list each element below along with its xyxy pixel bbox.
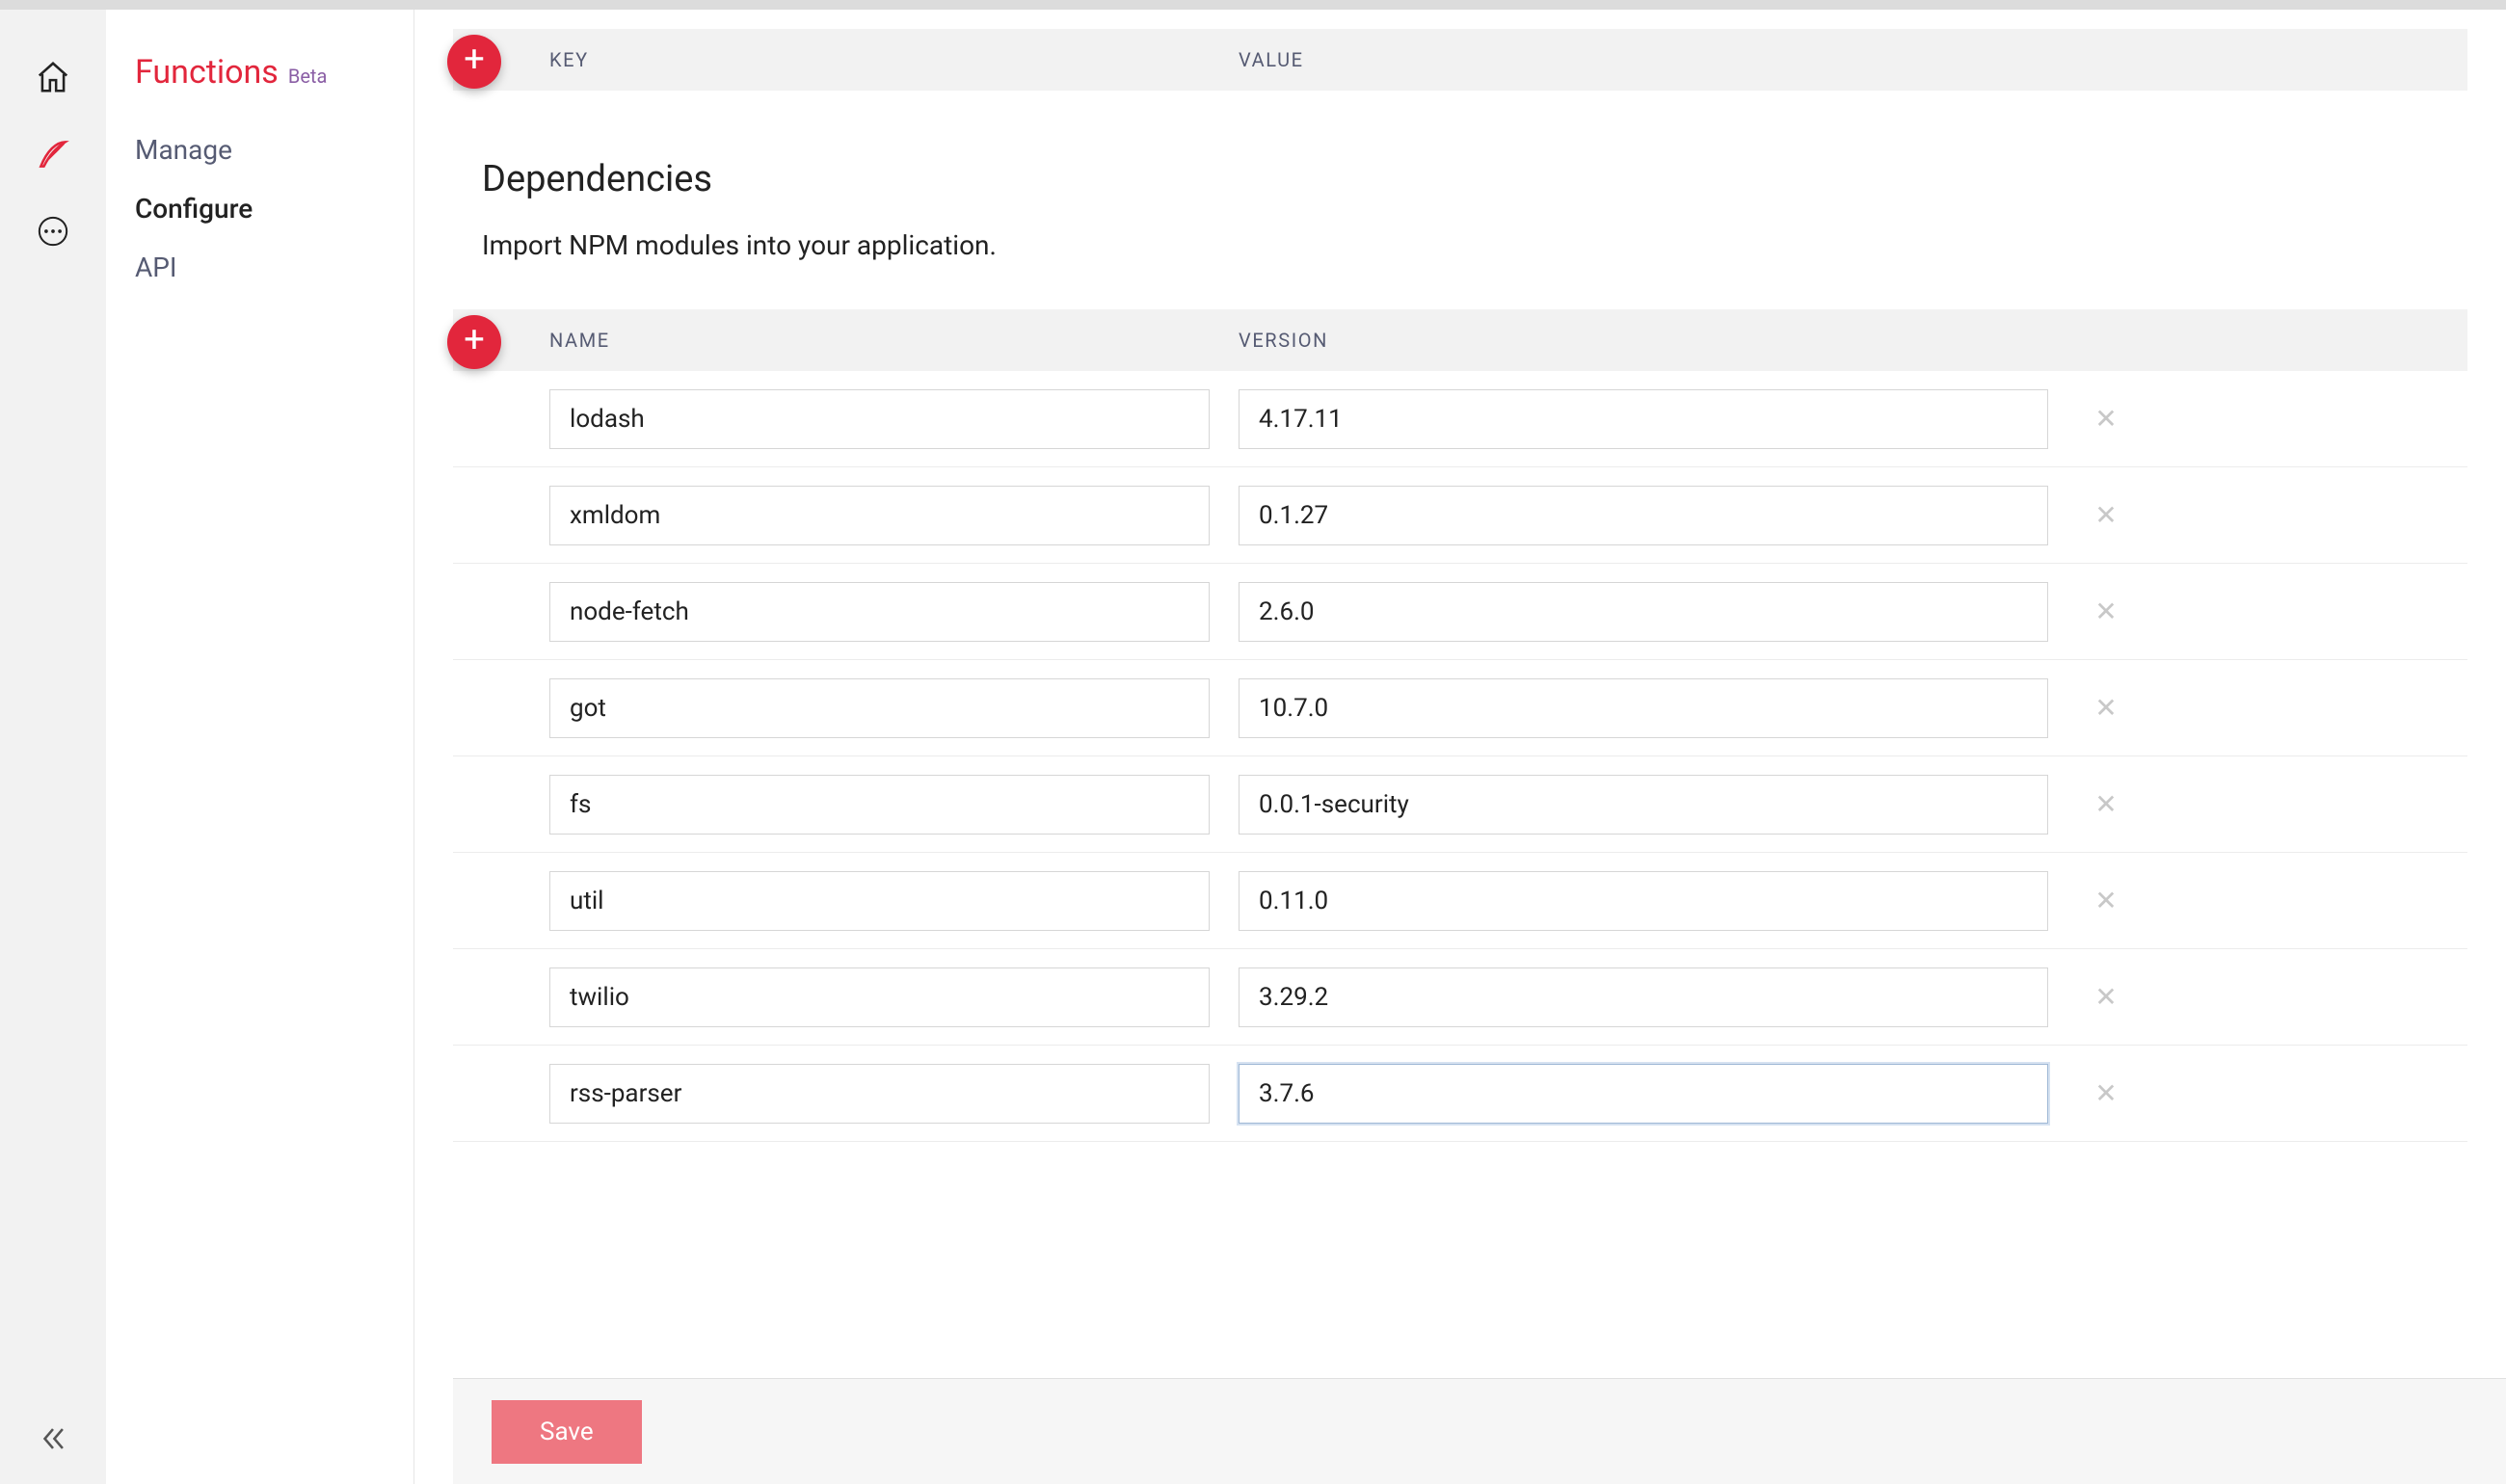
remove-dependency-button[interactable]: ✕ xyxy=(2094,403,2117,435)
sidebar-badge: Beta xyxy=(288,65,328,88)
dependency-name-input[interactable] xyxy=(549,775,1210,835)
add-env-var-button[interactable]: + xyxy=(447,35,501,89)
dependency-name-input[interactable] xyxy=(549,582,1210,642)
dependency-name-input[interactable] xyxy=(549,871,1210,931)
dependency-row: ✕ xyxy=(453,853,2467,949)
rail-functions[interactable] xyxy=(0,116,106,193)
env-vars-header: KEY VALUE xyxy=(453,29,2467,91)
dependency-version-input[interactable] xyxy=(1239,486,2048,545)
dep-col-name: NAME xyxy=(453,329,1239,352)
remove-dependency-button[interactable]: ✕ xyxy=(2094,788,2117,820)
sidebar-item-label: Manage xyxy=(135,134,232,166)
sidebar-item-label: Configure xyxy=(135,193,253,225)
dep-col-version: VERSION xyxy=(1239,329,2352,352)
remove-dependency-button[interactable]: ✕ xyxy=(2094,596,2117,627)
chevron-double-left-icon xyxy=(37,1422,69,1455)
dependency-version-input[interactable] xyxy=(1239,389,2048,449)
home-icon xyxy=(35,59,71,95)
dependency-version-input[interactable] xyxy=(1239,678,2048,738)
sidebar-item-label: API xyxy=(135,252,177,283)
icon-rail xyxy=(0,10,106,1484)
dependency-name-input[interactable] xyxy=(549,967,1210,1027)
dependency-name-input[interactable] xyxy=(549,389,1210,449)
env-col-value: VALUE xyxy=(1239,48,2352,71)
rail-home[interactable] xyxy=(0,39,106,116)
dependency-version-input[interactable] xyxy=(1239,1064,2048,1124)
main-content: + KEY VALUE Dependencies Import NPM modu… xyxy=(414,10,2506,1484)
dependency-version-input[interactable] xyxy=(1239,871,2048,931)
dependency-name-input[interactable] xyxy=(549,1064,1210,1124)
dependency-row: ✕ xyxy=(453,1046,2467,1142)
plus-icon: + xyxy=(464,41,485,78)
dependency-row: ✕ xyxy=(453,756,2467,853)
sidebar-item-configure[interactable]: Configure xyxy=(106,179,413,238)
remove-dependency-button[interactable]: ✕ xyxy=(2094,885,2117,916)
save-button[interactable]: Save xyxy=(492,1400,642,1464)
ellipsis-circle-icon xyxy=(37,215,69,248)
dependency-name-input[interactable] xyxy=(549,678,1210,738)
sidebar-title: Functions Beta xyxy=(106,53,413,120)
dependency-row: ✕ xyxy=(453,949,2467,1046)
dependency-row: ✕ xyxy=(453,564,2467,660)
sidebar-item-api[interactable]: API xyxy=(106,238,413,297)
dependency-version-input[interactable] xyxy=(1239,967,2048,1027)
dependencies-title: Dependencies xyxy=(482,158,2467,200)
plus-icon: + xyxy=(464,322,485,358)
dependency-version-input[interactable] xyxy=(1239,582,2048,642)
env-col-key: KEY xyxy=(453,48,1239,71)
footer-bar: Save xyxy=(453,1378,2506,1484)
remove-dependency-button[interactable]: ✕ xyxy=(2094,1077,2117,1109)
sidebar-item-manage[interactable]: Manage xyxy=(106,120,413,179)
dependency-row: ✕ xyxy=(453,371,2467,467)
dependencies-description: Import NPM modules into your application… xyxy=(482,229,2467,261)
sidebar: Functions Beta Manage Configure API xyxy=(106,10,414,1484)
dependency-version-input[interactable] xyxy=(1239,775,2048,835)
remove-dependency-button[interactable]: ✕ xyxy=(2094,499,2117,531)
rail-collapse[interactable] xyxy=(0,1422,106,1455)
feather-icon xyxy=(35,136,71,172)
dependency-row: ✕ xyxy=(453,660,2467,756)
sidebar-title-text: Functions xyxy=(135,53,279,92)
remove-dependency-button[interactable]: ✕ xyxy=(2094,981,2117,1013)
add-dependency-button[interactable]: + xyxy=(447,315,501,369)
dependency-name-input[interactable] xyxy=(549,486,1210,545)
remove-dependency-button[interactable]: ✕ xyxy=(2094,692,2117,724)
dependency-row: ✕ xyxy=(453,467,2467,564)
dependencies-header: NAME VERSION xyxy=(453,309,2467,371)
rail-more[interactable] xyxy=(0,193,106,270)
